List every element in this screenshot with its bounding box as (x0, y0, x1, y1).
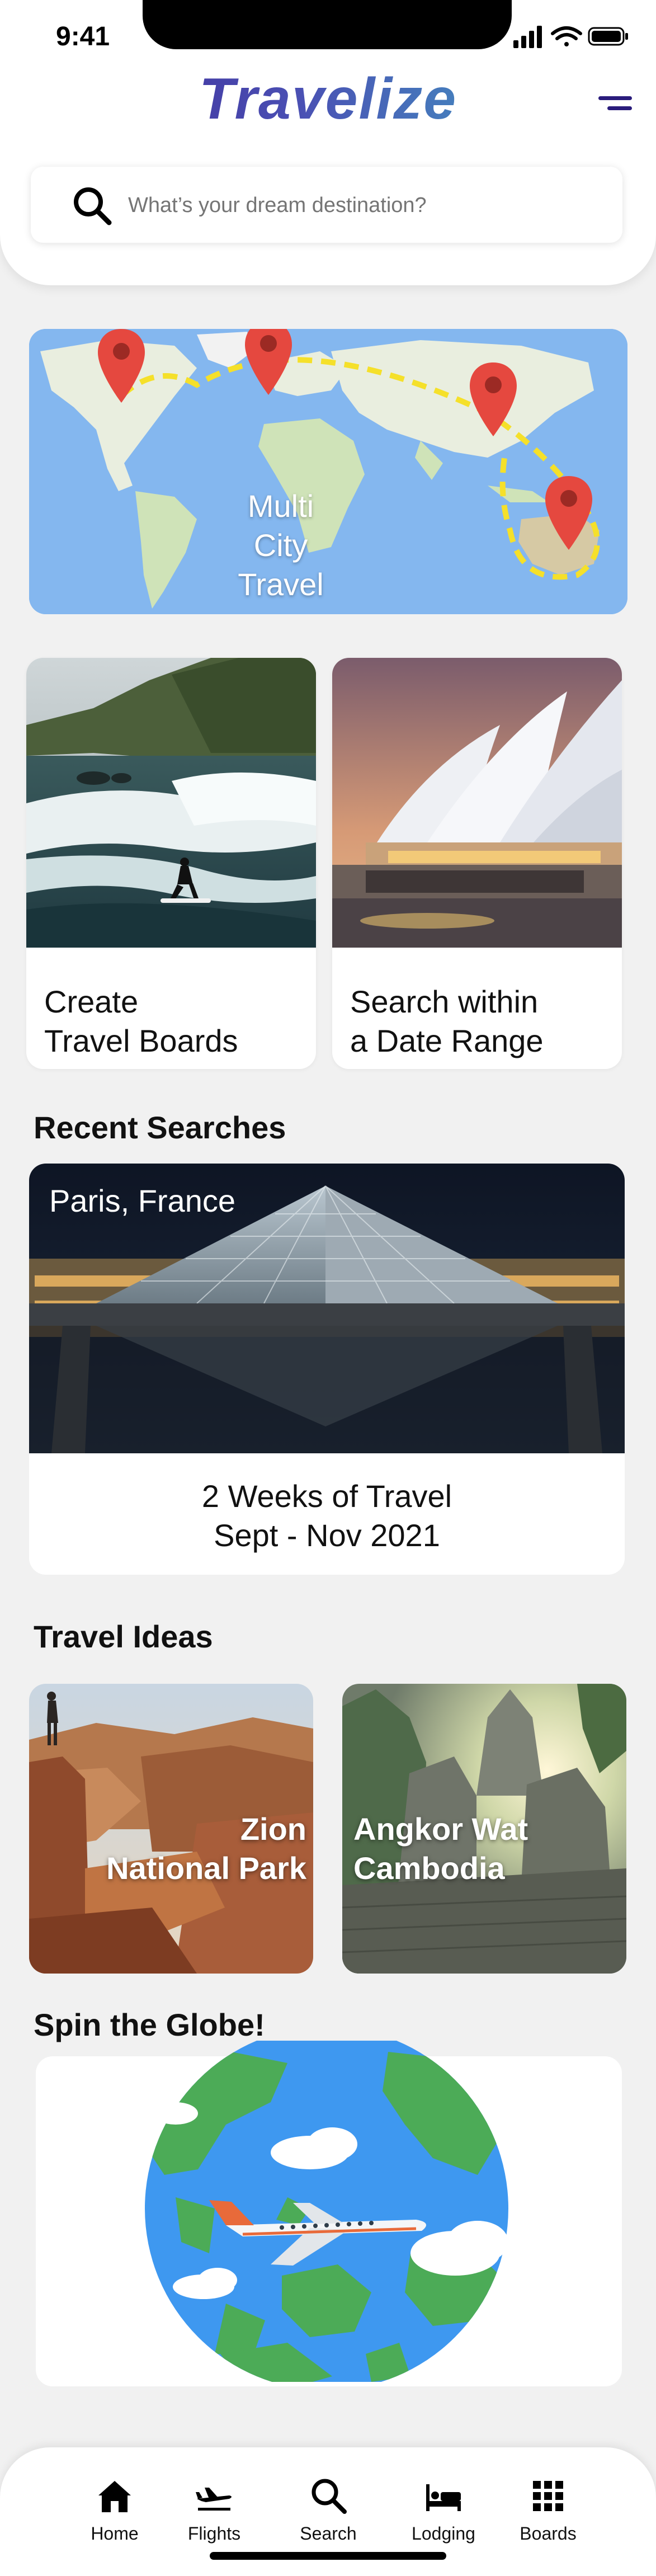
opera-house-photo (332, 658, 622, 948)
recent-search-dates: Sept - Nov 2021 (214, 1518, 440, 1553)
search-icon (74, 187, 112, 225)
map-label-line: Travel (238, 567, 324, 602)
surfer-photo (26, 658, 316, 948)
grid-icon (533, 2481, 563, 2511)
globe-illustration (145, 2041, 508, 2382)
idea-label-angkor-wat: Angkor Wat Cambodia (353, 1810, 528, 1888)
idea-label-line: Angkor Wat (353, 1811, 528, 1847)
map-pin-icon (98, 329, 145, 403)
feature-label-line: Create (44, 984, 139, 1019)
tab-label: Boards (520, 2523, 577, 2544)
device-notch (143, 0, 512, 49)
map-label-line: City (253, 528, 308, 563)
idea-label-zion: Zion National Park (106, 1810, 306, 1888)
bed-icon (426, 2484, 461, 2511)
wifi-icon (551, 26, 582, 46)
idea-card-zion[interactable]: Zion National Park (29, 1684, 313, 1974)
signal-icon (513, 26, 542, 48)
recent-search-card[interactable]: Paris, France 2 Weeks of Travel Sept - N… (29, 1164, 625, 1575)
menu-icon-line-bottom (607, 106, 632, 110)
search-icon (312, 2479, 347, 2514)
home-indicator (210, 2552, 446, 2560)
tab-lodging[interactable]: Lodging (402, 2476, 485, 2544)
feature-label-line: a Date Range (350, 1023, 544, 1058)
create-travel-boards-card[interactable]: Create Travel Boards (26, 658, 316, 1069)
idea-label-line: Zion (240, 1811, 306, 1847)
spin-globe-title: Spin the Globe! (34, 2007, 265, 2042)
home-icon (98, 2481, 131, 2512)
tab-home[interactable]: Home (73, 2476, 157, 2544)
app-logo: Travelize (0, 66, 656, 133)
recent-search-city: Paris, France (49, 1183, 235, 1218)
plane-icon (196, 2488, 232, 2511)
multi-city-travel-label: Multi City Travel (197, 487, 365, 604)
multi-city-travel-card[interactable]: Multi City Travel (29, 329, 627, 614)
tab-boards[interactable]: Boards (506, 2476, 590, 2544)
map-pin-icon (245, 329, 292, 395)
map-label-line: Multi (247, 488, 314, 524)
tab-label: Search (300, 2523, 357, 2544)
search-date-range-label: Search within a Date Range (350, 982, 613, 1061)
search-date-range-card[interactable]: Search within a Date Range (332, 658, 622, 1069)
recent-searches-title: Recent Searches (34, 1110, 286, 1145)
map-pin-icon (470, 362, 517, 436)
status-icons (513, 26, 628, 48)
idea-card-angkor-wat[interactable]: Angkor Wat Cambodia (342, 1684, 626, 1974)
menu-button[interactable] (593, 94, 632, 116)
tab-label: Lodging (412, 2523, 475, 2544)
feature-label-line: Search within (350, 984, 539, 1019)
tab-search[interactable]: Search (286, 2476, 370, 2544)
tab-flights[interactable]: Flights (172, 2476, 256, 2544)
tab-label: Home (91, 2523, 139, 2544)
battery-icon (588, 27, 628, 46)
status-time: 9:41 (56, 22, 110, 51)
search-input[interactable] (127, 187, 599, 224)
create-travel-boards-label: Create Travel Boards (44, 982, 307, 1061)
idea-label-line: National Park (106, 1850, 306, 1886)
idea-label-line: Cambodia (353, 1850, 505, 1886)
recent-search-details: 2 Weeks of Travel Sept - Nov 2021 (29, 1477, 625, 1555)
travel-ideas-title: Travel Ideas (34, 1619, 213, 1654)
tab-label: Flights (187, 2523, 241, 2544)
search-bar[interactable] (31, 167, 622, 243)
recent-search-duration: 2 Weeks of Travel (201, 1478, 452, 1514)
feature-label-line: Travel Boards (44, 1023, 238, 1058)
map-pin-icon (545, 476, 592, 550)
menu-icon-line-top (598, 96, 632, 100)
spin-globe-card[interactable] (36, 2041, 622, 2386)
